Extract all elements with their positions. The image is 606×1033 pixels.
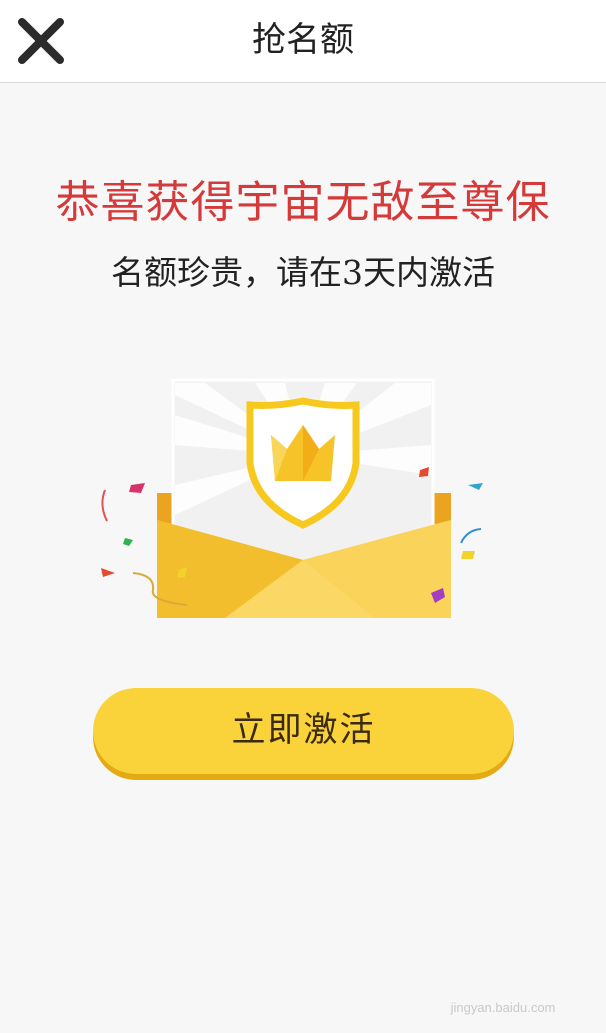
page-title: 抢名额 — [252, 20, 354, 60]
activation-notice: 名额珍贵，请在3天内激活 — [111, 253, 495, 292]
header-bar: 抢名额 — [0, 0, 606, 83]
envelope-illustration — [95, 375, 505, 625]
watermark-text: jingyan.baidu.com — [450, 1000, 556, 1015]
close-icon — [18, 18, 64, 64]
activate-button[interactable]: 立即激活 — [93, 688, 514, 774]
watermark: jingyan.baidu.com — [428, 965, 578, 1015]
congrats-headline: 恭喜获得宇宙无敌至尊保 — [55, 177, 551, 228]
close-button[interactable] — [14, 16, 68, 66]
